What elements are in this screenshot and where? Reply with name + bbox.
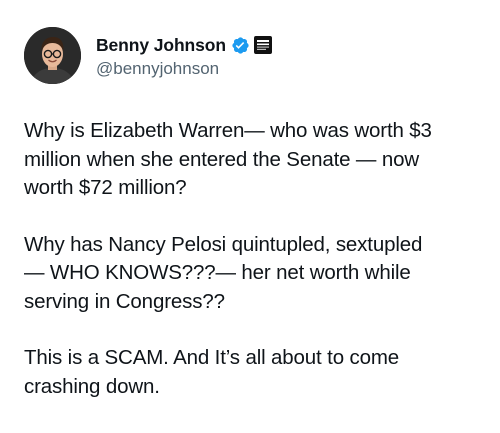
author-block: Benny Johnson @bennyjohnson — [96, 34, 272, 79]
avatar[interactable] — [24, 27, 81, 84]
author-name-row: Benny Johnson — [96, 34, 272, 56]
tweet-paragraph: This is a SCAM. And It’s all about to co… — [24, 346, 400, 398]
tweet-paragraph: Why is Elizabeth Warren— who was worth $… — [24, 119, 432, 199]
tweet-paragraph: Why has Nancy Pelosi quintupled, sextupl… — [24, 232, 423, 313]
author-handle[interactable]: @bennyjohnson — [96, 59, 272, 79]
tweet-text: Why is Elizabeth Warren— who was worth $… — [24, 117, 484, 429]
author-display-name[interactable]: Benny Johnson — [96, 35, 226, 56]
tweet-card: Benny Johnson @bennyjohnson Why is Eliza… — [0, 0, 500, 433]
verified-badge-icon — [231, 36, 250, 55]
affiliate-badge-icon[interactable] — [253, 36, 272, 54]
avatar-image — [24, 27, 81, 84]
